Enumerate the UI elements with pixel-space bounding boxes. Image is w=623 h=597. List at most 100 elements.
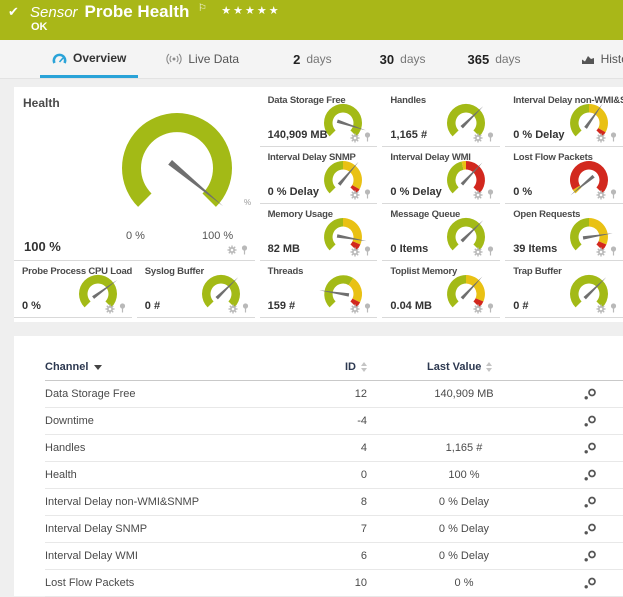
table-row[interactable]: Data Storage Free12140,909 MB <box>45 381 623 408</box>
gauge-title: Threads <box>268 266 304 277</box>
table-row[interactable]: Interval Delay non-WMI&SNMP80 % Delay <box>45 489 623 516</box>
pin-icon[interactable] <box>609 246 618 257</box>
broadcast-icon <box>166 53 182 65</box>
channel-id: 7 <box>335 523 367 535</box>
channel-settings-icon[interactable] <box>583 550 597 563</box>
sensor-header: ✔ SensorProbe Health ⚐ ★★★★★ OK <box>0 0 623 40</box>
gear-icon[interactable] <box>350 133 360 143</box>
channel-settings-icon[interactable] <box>583 415 597 428</box>
channel-last-value: 0 % Delay <box>367 496 561 508</box>
pin-icon[interactable] <box>363 132 372 143</box>
gauge-value: 0.04 MB <box>390 300 432 312</box>
pin-icon[interactable] <box>118 303 127 314</box>
table-row[interactable]: Downtime-4 <box>45 408 623 435</box>
channel-settings-icon[interactable] <box>583 523 597 536</box>
gauge-value: 0 Items <box>390 243 428 255</box>
tab-overview[interactable]: Overview <box>40 40 138 78</box>
gauge-card-open-requests[interactable]: Open Requests39 Items <box>505 204 623 261</box>
pin-icon[interactable] <box>241 303 250 314</box>
channel-settings-icon[interactable] <box>583 577 597 590</box>
gauge-card-toplist-memory[interactable]: Toplist Memory0.04 MB <box>382 261 500 318</box>
gauge-value: 0 % Delay <box>268 186 319 198</box>
tab-number: 2 <box>293 52 300 67</box>
pin-icon[interactable] <box>609 189 618 200</box>
channel-settings-icon[interactable] <box>583 496 597 509</box>
pin-icon[interactable] <box>363 246 372 257</box>
gauge-card-probe-process-cpu-load[interactable]: Probe Process CPU Load0 % <box>14 261 132 318</box>
gauge-value: 0 % Delay <box>390 186 441 198</box>
tab-historic-data[interactable]: Historic Data <box>569 40 623 78</box>
gauge-card-threads[interactable]: Threads159 # <box>260 261 378 318</box>
pin-icon[interactable] <box>609 303 618 314</box>
gear-icon[interactable] <box>596 304 606 314</box>
table-header-row: Channel ID Last Value <box>45 354 623 381</box>
column-header-id[interactable]: ID <box>335 361 367 373</box>
gear-icon[interactable] <box>350 190 360 200</box>
gauge-card-interval-delay-wmi[interactable]: Interval Delay WMI0 % Delay <box>382 147 500 204</box>
pin-icon[interactable] <box>486 303 495 314</box>
pin-icon[interactable] <box>609 132 618 143</box>
channel-name: Downtime <box>45 415 335 427</box>
gauge-card-interval-delay-snmp[interactable]: Interval Delay SNMP0 % Delay <box>260 147 378 204</box>
gear-icon[interactable] <box>473 304 483 314</box>
sort-icon <box>486 362 492 372</box>
table-row[interactable]: Health0100 % <box>45 462 623 489</box>
gear-icon[interactable] <box>350 304 360 314</box>
tab-live-data[interactable]: Live Data <box>154 40 251 78</box>
tab-label: days <box>495 52 520 66</box>
gear-icon[interactable] <box>596 247 606 257</box>
pin-icon[interactable] <box>486 132 495 143</box>
gear-icon[interactable] <box>105 304 115 314</box>
pin-icon[interactable] <box>363 189 372 200</box>
table-row[interactable]: Lost Flow Packets100 % <box>45 570 623 597</box>
pin-icon[interactable] <box>240 245 249 256</box>
column-header-last-value[interactable]: Last Value <box>367 361 561 373</box>
channel-id: 6 <box>335 550 367 562</box>
gear-icon[interactable] <box>473 190 483 200</box>
gauge-card-interval-delay-non-wmi-snmp[interactable]: Interval Delay non-WMI&SNMP0 % Delay <box>505 90 623 147</box>
gauge-card-handles[interactable]: Handles1,165 # <box>382 90 500 147</box>
gear-icon[interactable] <box>473 133 483 143</box>
health-dial-svg <box>102 106 252 232</box>
channel-id: 12 <box>335 388 367 400</box>
gauge-card-memory-usage[interactable]: Memory Usage82 MB <box>260 204 378 261</box>
gauge-card-message-queue[interactable]: Message Queue0 Items <box>382 204 500 261</box>
flag-icon[interactable]: ⚐ <box>198 3 207 14</box>
gear-icon[interactable] <box>350 247 360 257</box>
gauge-card-lost-flow-packets[interactable]: Lost Flow Packets0 % <box>505 147 623 204</box>
priority-stars[interactable]: ★★★★★ <box>221 5 280 17</box>
table-row[interactable]: Handles41,165 # <box>45 435 623 462</box>
table-row[interactable]: Interval Delay WMI60 % Delay <box>45 543 623 570</box>
channel-settings-icon[interactable] <box>583 442 597 455</box>
column-label: Channel <box>45 361 88 373</box>
channel-name: Health <box>45 469 335 481</box>
gauge-card-data-storage-free[interactable]: Data Storage Free140,909 MB <box>260 90 378 147</box>
gauge-card-syslog-buffer[interactable]: Syslog Buffer0 # <box>137 261 255 318</box>
channel-id: 4 <box>335 442 367 454</box>
tab-365-days[interactable]: 365 days <box>456 40 533 78</box>
gear-icon[interactable] <box>596 190 606 200</box>
tab-2-days[interactable]: 2 days <box>281 40 344 78</box>
channel-name: Handles <box>45 442 335 454</box>
gear-icon[interactable] <box>473 247 483 257</box>
gauge-card-trap-buffer[interactable]: Trap Buffer0 # <box>505 261 623 318</box>
gear-icon[interactable] <box>596 133 606 143</box>
channel-last-value: 100 % <box>367 469 561 481</box>
gauge-card-health[interactable]: Health % 0 % 100 % 100 % <box>14 90 255 261</box>
channel-settings-icon[interactable] <box>583 388 597 401</box>
gear-icon[interactable] <box>227 245 237 255</box>
table-row[interactable]: Interval Delay SNMP70 % Delay <box>45 516 623 543</box>
column-header-channel[interactable]: Channel <box>45 361 335 373</box>
tab-30-days[interactable]: 30 days <box>368 40 438 78</box>
gear-icon[interactable] <box>228 304 238 314</box>
gauges-panel: Health % 0 % 100 % 100 % Data Storage Fr… <box>14 87 623 322</box>
pin-icon[interactable] <box>486 189 495 200</box>
tab-label: Historic Data <box>601 52 623 66</box>
sort-desc-icon <box>94 365 102 370</box>
channel-last-value: 0 % Delay <box>367 550 561 562</box>
channel-name: Interval Delay non-WMI&SNMP <box>45 496 335 508</box>
gauge-value: 82 MB <box>268 243 300 255</box>
pin-icon[interactable] <box>486 246 495 257</box>
pin-icon[interactable] <box>363 303 372 314</box>
channel-settings-icon[interactable] <box>583 469 597 482</box>
